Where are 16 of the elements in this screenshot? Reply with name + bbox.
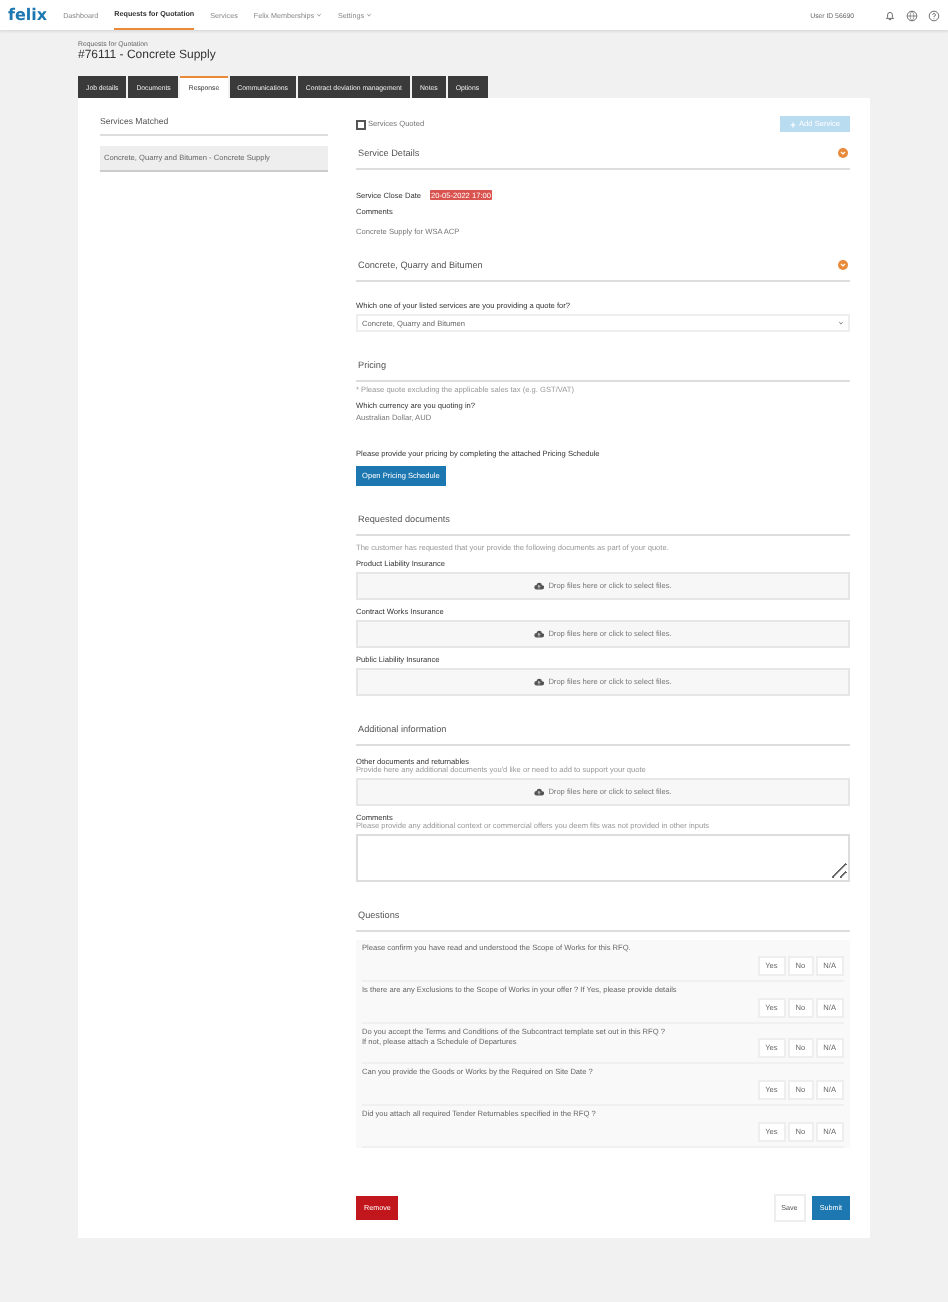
plus-icon — [790, 121, 797, 127]
logo: felix — [8, 6, 48, 24]
bell-icon[interactable] — [884, 9, 896, 21]
checkbox[interactable] — [356, 119, 366, 129]
collapse-icon[interactable] — [838, 260, 848, 270]
upload-cloud-icon — [534, 582, 545, 590]
globe-icon[interactable] — [906, 9, 918, 21]
caret-icon — [838, 319, 844, 325]
help-icon[interactable] — [928, 9, 940, 21]
comments-field[interactable] — [356, 834, 850, 882]
caret-icon[interactable] — [316, 12, 323, 18]
upload-cloud-icon — [534, 788, 545, 796]
caret-icon[interactable] — [366, 12, 373, 18]
collapse-icon[interactable] — [838, 148, 848, 158]
upload-cloud-icon — [534, 678, 545, 686]
upload-cloud-icon — [534, 630, 545, 638]
